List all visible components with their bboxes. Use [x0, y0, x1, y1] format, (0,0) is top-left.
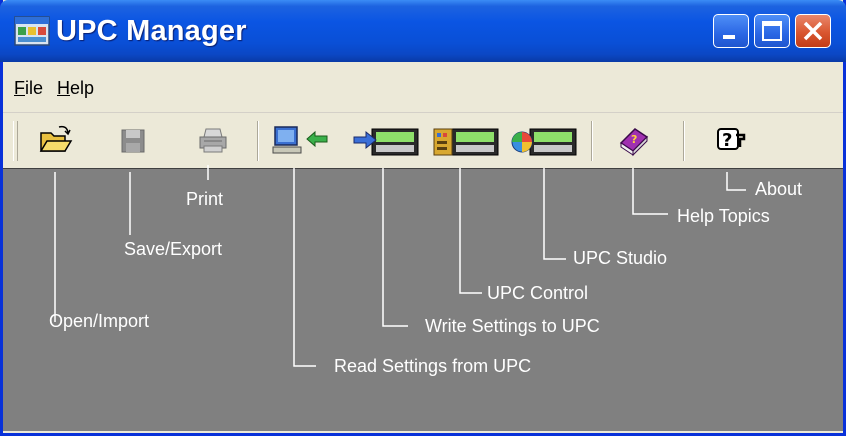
callout-help-topics: Help Topics [677, 206, 770, 226]
callout-about: About [755, 179, 803, 199]
leader-upc-control [459, 168, 482, 294]
leader-about [726, 172, 746, 191]
callout-save-export: Save/Export [124, 239, 223, 259]
callout-print: Print [186, 189, 224, 209]
leader-write-settings [382, 168, 408, 327]
callout-open-import: Open/Import [49, 311, 150, 331]
callout-write-settings: Write Settings to UPC [425, 316, 600, 336]
callout-upc-studio: UPC Studio [573, 248, 668, 268]
leader-read-settings [293, 168, 316, 367]
leader-help-topics [632, 168, 668, 215]
app-window: UPC Manager File Help ? ? Open/Import Sa… [0, 0, 846, 436]
leader-upc-studio [543, 168, 566, 260]
callout-read-settings: Read Settings from UPC [334, 356, 532, 376]
callout-upc-control: UPC Control [487, 283, 589, 303]
